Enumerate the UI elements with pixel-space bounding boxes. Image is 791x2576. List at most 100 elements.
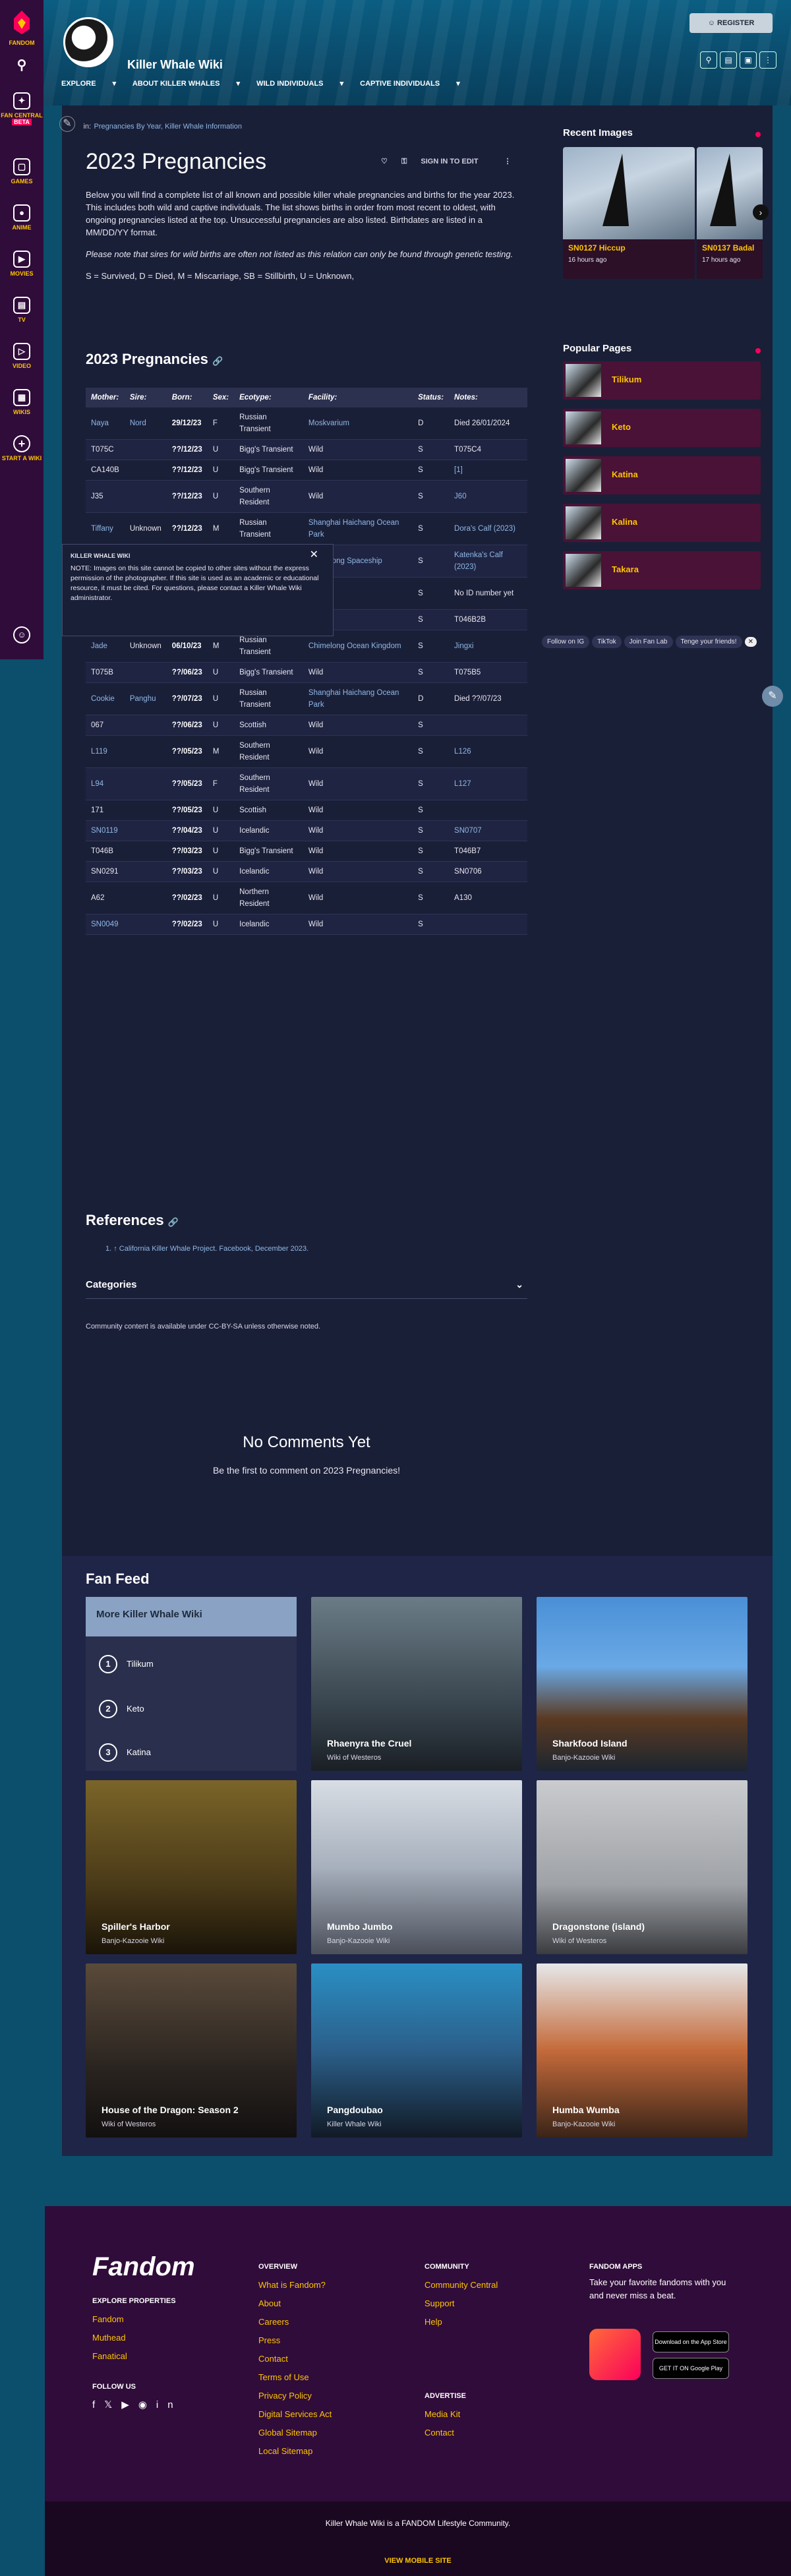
popular-page-item[interactable]: Keto xyxy=(563,409,761,447)
footer-link[interactable]: Terms of Use xyxy=(258,2368,332,2387)
table-cell[interactable]: Nord xyxy=(124,407,167,440)
fandom-footer-logo[interactable]: Fandom xyxy=(92,2252,195,2282)
feed-card[interactable]: House of the Dragon: Season 2 Wiki of Wes… xyxy=(86,1963,297,2138)
recent-image-card[interactable]: SN0127 Hiccup 16 hours ago xyxy=(563,147,695,279)
watch-icon[interactable]: ♡ xyxy=(381,158,388,165)
chevron-right-icon[interactable]: › xyxy=(753,204,769,220)
footer-link[interactable]: Community Central xyxy=(425,2276,498,2294)
social-icons[interactable]: f𝕏▶◉in xyxy=(92,2396,183,2414)
footer-link[interactable]: Global Sitemap xyxy=(258,2424,332,2442)
more-wiki-item[interactable]: 1 Tilikum xyxy=(99,1655,154,1673)
social-link[interactable]: Tenge your friends! xyxy=(675,636,742,648)
edit-icon[interactable]: ✎ xyxy=(59,116,75,132)
view-mobile-site-link[interactable]: VIEW MOBILE SITE xyxy=(45,2557,791,2565)
table-cell[interactable]: Dora's Calf (2023) xyxy=(449,512,527,545)
footer-link[interactable]: Careers xyxy=(258,2313,332,2331)
nav-captive[interactable]: CAPTIVE INDIVIDUALS ▾ xyxy=(360,80,460,88)
table-cell[interactable]: Moskvarium xyxy=(303,407,413,440)
table-cell[interactable]: SN0049 xyxy=(86,914,125,935)
table-cell[interactable]: SN0707 xyxy=(449,820,527,841)
table-cell[interactable]: SN0119 xyxy=(86,820,125,841)
table-cell[interactable]: Shanghai Haichang Ocean Park xyxy=(303,682,413,715)
table-cell[interactable]: Cookie xyxy=(86,682,125,715)
footer-link[interactable]: Muthead xyxy=(92,2329,183,2347)
feed-card[interactable]: Rhaenyra the Cruel Wiki of Westeros xyxy=(311,1597,522,1771)
feed-card[interactable]: Dragonstone (island) Wiki of Westeros xyxy=(537,1780,747,1954)
table-cell[interactable]: Tiffany xyxy=(86,512,125,545)
rail-tv[interactable]: ▤ TV xyxy=(0,297,44,323)
nav-about[interactable]: ABOUT KILLER WHALES ▾ xyxy=(132,80,240,88)
social-link[interactable]: Join Fan Lab xyxy=(624,636,673,648)
footer-link[interactable]: Fanatical xyxy=(92,2347,183,2366)
wiki-logo[interactable] xyxy=(63,17,113,67)
search-icon[interactable]: ⚲ xyxy=(700,51,717,69)
footer-link[interactable]: Support xyxy=(425,2294,498,2313)
app-store-badge[interactable]: Download on the App Store xyxy=(653,2331,729,2352)
footer-link[interactable]: Contact xyxy=(258,2350,332,2368)
footer-link[interactable]: Digital Services Act xyxy=(258,2405,332,2424)
fandom-heart-icon[interactable] xyxy=(11,9,32,36)
rail-video[interactable]: ▷ VIDEO xyxy=(0,343,44,369)
table-cell[interactable]: [1] xyxy=(449,460,527,481)
nav-explore[interactable]: EXPLORE ▾ xyxy=(61,80,116,88)
breadcrumb-links[interactable]: Pregnancies By Year, Killer Whale Inform… xyxy=(94,123,242,131)
more-wiki-item[interactable]: 3 Katina xyxy=(99,1743,151,1762)
table-cell[interactable]: Shanghai Haichang Ocean Park xyxy=(303,512,413,545)
table-cell[interactable]: L127 xyxy=(449,767,527,800)
popular-page-item[interactable]: Katina xyxy=(563,456,761,494)
nav-wild[interactable]: WILD INDIVIDUALS ▾ xyxy=(256,80,343,88)
close-icon[interactable]: ✕ xyxy=(744,637,757,647)
more-actions-icon[interactable]: ⋮ xyxy=(504,158,512,165)
footer-link[interactable]: Help xyxy=(425,2313,498,2331)
rail-anime[interactable]: ● ANIME xyxy=(0,204,44,231)
link-icon[interactable]: 🔗 xyxy=(212,356,223,366)
user-icon[interactable]: ☺ xyxy=(0,626,44,646)
link-icon[interactable]: 🔗 xyxy=(168,1217,179,1227)
rail-wikis[interactable]: ▦ WIKIS xyxy=(0,389,44,415)
sign-in-to-edit-button[interactable]: ⚿ SIGN IN TO EDIT xyxy=(401,158,490,165)
discuss-icon[interactable]: ▤ xyxy=(720,51,737,69)
rail-start-wiki[interactable]: + START A WIKI xyxy=(0,435,44,462)
feed-card[interactable]: Humba Wumba Banjo-Kazooie Wiki xyxy=(537,1963,747,2138)
footer-link[interactable]: About xyxy=(258,2294,332,2313)
social-link[interactable]: Follow on IG xyxy=(542,636,590,648)
more-wiki-item[interactable]: 2 Keto xyxy=(99,1700,144,1718)
popular-page-item[interactable]: Kalina xyxy=(563,504,761,542)
popular-page-item[interactable]: Takara xyxy=(563,551,761,589)
rail-movies[interactable]: ▶ MOVIES xyxy=(0,251,44,277)
table-cell[interactable]: J60 xyxy=(449,480,527,513)
rail-games[interactable]: ▢ GAMES xyxy=(0,158,44,185)
table-cell[interactable]: Jingxi xyxy=(449,630,527,663)
table-cell[interactable]: Naya xyxy=(86,407,125,440)
register-button[interactable]: ☺ REGISTER xyxy=(689,13,773,33)
close-icon[interactable]: ✕ xyxy=(310,550,318,560)
edit-tool-icon[interactable]: ✎ xyxy=(762,686,783,707)
footer-link[interactable]: Fandom xyxy=(92,2310,183,2329)
table-cell[interactable]: L94 xyxy=(86,767,125,800)
more-icon[interactable]: ⋮ xyxy=(759,51,776,69)
chat-icon[interactable]: ▣ xyxy=(740,51,757,69)
feed-card[interactable]: Mumbo Jumbo Banjo-Kazooie Wiki xyxy=(311,1780,522,1954)
table-cell[interactable]: Panghu xyxy=(124,682,167,715)
search-icon[interactable]: ⚲ xyxy=(0,58,44,78)
wiki-title[interactable]: Killer Whale Wiki xyxy=(127,58,223,72)
footer-link[interactable]: Media Kit xyxy=(425,2405,498,2424)
footer-link[interactable]: Privacy Policy xyxy=(258,2387,332,2405)
footer-link[interactable]: Contact xyxy=(425,2424,498,2442)
feed-card[interactable]: Pangdoubao Killer Whale Wiki xyxy=(311,1963,522,2138)
footer-link[interactable]: What is Fandom? xyxy=(258,2276,332,2294)
reference-item[interactable]: 1. ↑ California Killer Whale Project. Fa… xyxy=(105,1245,308,1253)
table-cell[interactable]: Katenka's Calf (2023) xyxy=(449,545,527,578)
table-cell[interactable]: L126 xyxy=(449,735,527,768)
social-link[interactable]: TikTok xyxy=(592,636,622,648)
popular-page-item[interactable]: Tilikum xyxy=(563,361,761,400)
google-play-badge[interactable]: GET IT ON Google Play xyxy=(653,2358,729,2379)
footer-link[interactable]: Local Sitemap xyxy=(258,2442,332,2461)
feed-card[interactable]: Sharkfood Island Banjo-Kazooie Wiki xyxy=(537,1597,747,1771)
fandom-app-icon[interactable] xyxy=(589,2329,641,2380)
feed-card[interactable]: Spiller's Harbor Banjo-Kazooie Wiki xyxy=(86,1780,297,1954)
rail-fan-central[interactable]: ✦ FAN CENTRAL BETA xyxy=(0,92,44,125)
categories-toggle[interactable]: Categories ⌄ xyxy=(86,1279,527,1299)
table-cell[interactable]: L119 xyxy=(86,735,125,768)
footer-link[interactable]: Press xyxy=(258,2331,332,2350)
